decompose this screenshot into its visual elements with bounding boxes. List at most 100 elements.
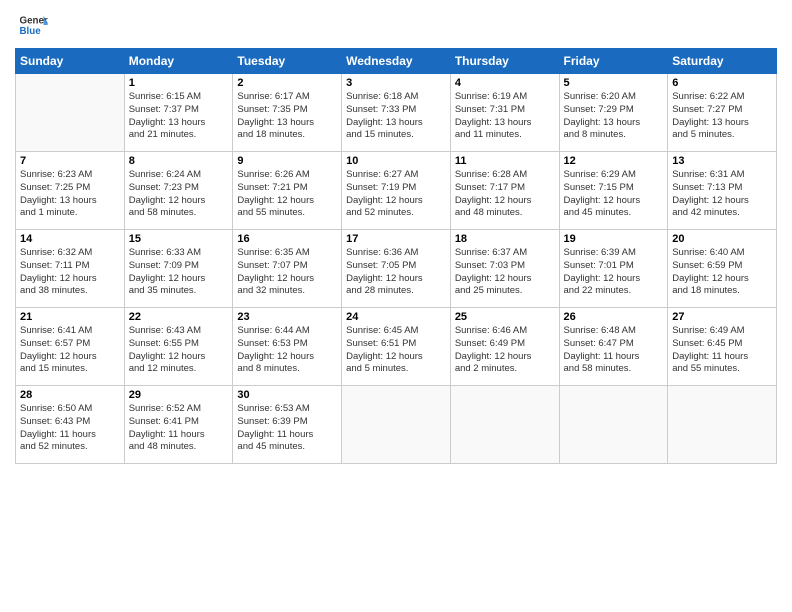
header-sunday: Sunday [16, 49, 125, 74]
day-number: 14 [20, 233, 120, 245]
day-info: Sunrise: 6:36 AMSunset: 7:05 PMDaylight:… [346, 247, 446, 298]
day-info: Sunrise: 6:33 AMSunset: 7:09 PMDaylight:… [129, 247, 229, 298]
calendar-cell: 5 Sunrise: 6:20 AMSunset: 7:29 PMDaylight… [559, 74, 668, 152]
day-info: Sunrise: 6:24 AMSunset: 7:23 PMDaylight:… [129, 169, 229, 220]
calendar-header: SundayMondayTuesdayWednesdayThursdayFrid… [16, 49, 777, 74]
calendar-cell: 24 Sunrise: 6:45 AMSunset: 6:51 PMDayligh… [342, 308, 451, 386]
calendar-week-4: 21 Sunrise: 6:41 AMSunset: 6:57 PMDayligh… [16, 308, 777, 386]
calendar-week-1: 1 Sunrise: 6:15 AMSunset: 7:37 PMDaylight… [16, 74, 777, 152]
day-info: Sunrise: 6:32 AMSunset: 7:11 PMDaylight:… [20, 247, 120, 298]
calendar-cell: 1 Sunrise: 6:15 AMSunset: 7:37 PMDaylight… [124, 74, 233, 152]
calendar-week-2: 7 Sunrise: 6:23 AMSunset: 7:25 PMDaylight… [16, 152, 777, 230]
calendar-cell: 16Sunrise: 6:35 AMSunset: 7:07 PMDayligh… [233, 230, 342, 308]
calendar-cell: 19 Sunrise: 6:39 AMSunset: 7:01 PMDayligh… [559, 230, 668, 308]
calendar-cell: 26 Sunrise: 6:48 AMSunset: 6:47 PMDayligh… [559, 308, 668, 386]
day-info: Sunrise: 6:40 AMSunset: 6:59 PMDaylight:… [672, 247, 772, 298]
day-info: Sunrise: 6:45 AMSunset: 6:51 PMDaylight:… [346, 325, 446, 376]
calendar-cell: 2 Sunrise: 6:17 AMSunset: 7:35 PMDaylight… [233, 74, 342, 152]
calendar-week-5: 28 Sunrise: 6:50 AMSunset: 6:43 PMDayligh… [16, 386, 777, 464]
day-info: Sunrise: 6:31 AMSunset: 7:13 PMDaylight:… [672, 169, 772, 220]
day-number: 4 [455, 77, 555, 89]
day-info: Sunrise: 6:19 AMSunset: 7:31 PMDaylight:… [455, 91, 555, 142]
calendar-cell: 10Sunrise: 6:27 AMSunset: 7:19 PMDayligh… [342, 152, 451, 230]
calendar-cell: 4 Sunrise: 6:19 AMSunset: 7:31 PMDaylight… [450, 74, 559, 152]
header: General Blue [15, 10, 777, 40]
calendar-cell: 21 Sunrise: 6:41 AMSunset: 6:57 PMDayligh… [16, 308, 125, 386]
logo: General Blue [15, 10, 50, 40]
calendar-cell: 3Sunrise: 6:18 AMSunset: 7:33 PMDaylight… [342, 74, 451, 152]
calendar-cell [450, 386, 559, 464]
day-info: Sunrise: 6:26 AMSunset: 7:21 PMDaylight:… [237, 169, 337, 220]
day-number: 23 [237, 311, 337, 323]
day-info: Sunrise: 6:15 AMSunset: 7:37 PMDaylight:… [129, 91, 229, 142]
day-info: Sunrise: 6:43 AMSunset: 6:55 PMDaylight:… [129, 325, 229, 376]
day-number: 1 [129, 77, 229, 89]
calendar-cell: 20 Sunrise: 6:40 AMSunset: 6:59 PMDayligh… [668, 230, 777, 308]
calendar-cell: 30Sunrise: 6:53 AMSunset: 6:39 PMDayligh… [233, 386, 342, 464]
svg-text:Blue: Blue [20, 26, 42, 37]
day-number: 8 [129, 155, 229, 167]
calendar-cell: 27Sunrise: 6:49 AMSunset: 6:45 PMDayligh… [668, 308, 777, 386]
day-info: Sunrise: 6:48 AMSunset: 6:47 PMDaylight:… [564, 325, 664, 376]
calendar-cell: 22Sunrise: 6:43 AMSunset: 6:55 PMDayligh… [124, 308, 233, 386]
day-info: Sunrise: 6:37 AMSunset: 7:03 PMDaylight:… [455, 247, 555, 298]
day-number: 13 [672, 155, 772, 167]
calendar-cell: 29 Sunrise: 6:52 AMSunset: 6:41 PMDayligh… [124, 386, 233, 464]
day-number: 6 [672, 77, 772, 89]
day-number: 30 [237, 389, 337, 401]
day-number: 24 [346, 311, 446, 323]
calendar-cell [559, 386, 668, 464]
calendar-cell: 13 Sunrise: 6:31 AMSunset: 7:13 PMDayligh… [668, 152, 777, 230]
calendar-cell: 28 Sunrise: 6:50 AMSunset: 6:43 PMDayligh… [16, 386, 125, 464]
day-info: Sunrise: 6:27 AMSunset: 7:19 PMDaylight:… [346, 169, 446, 220]
day-number: 26 [564, 311, 664, 323]
header-row: SundayMondayTuesdayWednesdayThursdayFrid… [16, 49, 777, 74]
calendar: SundayMondayTuesdayWednesdayThursdayFrid… [15, 48, 777, 464]
day-info: Sunrise: 6:23 AMSunset: 7:25 PMDaylight:… [20, 169, 120, 220]
day-info: Sunrise: 6:41 AMSunset: 6:57 PMDaylight:… [20, 325, 120, 376]
calendar-cell [668, 386, 777, 464]
header-thursday: Thursday [450, 49, 559, 74]
day-info: Sunrise: 6:52 AMSunset: 6:41 PMDaylight:… [129, 403, 229, 454]
calendar-cell [342, 386, 451, 464]
day-number: 20 [672, 233, 772, 245]
calendar-cell: 6 Sunrise: 6:22 AMSunset: 7:27 PMDaylight… [668, 74, 777, 152]
calendar-cell: 8 Sunrise: 6:24 AMSunset: 7:23 PMDaylight… [124, 152, 233, 230]
day-number: 12 [564, 155, 664, 167]
calendar-cell: 17 Sunrise: 6:36 AMSunset: 7:05 PMDayligh… [342, 230, 451, 308]
calendar-cell: 25 Sunrise: 6:46 AMSunset: 6:49 PMDayligh… [450, 308, 559, 386]
calendar-cell: 14 Sunrise: 6:32 AMSunset: 7:11 PMDayligh… [16, 230, 125, 308]
day-number: 19 [564, 233, 664, 245]
day-number: 21 [20, 311, 120, 323]
day-number: 25 [455, 311, 555, 323]
day-info: Sunrise: 6:50 AMSunset: 6:43 PMDaylight:… [20, 403, 120, 454]
calendar-week-3: 14 Sunrise: 6:32 AMSunset: 7:11 PMDayligh… [16, 230, 777, 308]
day-number: 7 [20, 155, 120, 167]
day-number: 2 [237, 77, 337, 89]
day-info: Sunrise: 6:17 AMSunset: 7:35 PMDaylight:… [237, 91, 337, 142]
day-number: 29 [129, 389, 229, 401]
day-number: 9 [237, 155, 337, 167]
calendar-cell: 18Sunrise: 6:37 AMSunset: 7:03 PMDayligh… [450, 230, 559, 308]
header-saturday: Saturday [668, 49, 777, 74]
day-info: Sunrise: 6:20 AMSunset: 7:29 PMDaylight:… [564, 91, 664, 142]
calendar-cell: 15 Sunrise: 6:33 AMSunset: 7:09 PMDayligh… [124, 230, 233, 308]
day-info: Sunrise: 6:28 AMSunset: 7:17 PMDaylight:… [455, 169, 555, 220]
day-info: Sunrise: 6:39 AMSunset: 7:01 PMDaylight:… [564, 247, 664, 298]
day-number: 17 [346, 233, 446, 245]
day-number: 11 [455, 155, 555, 167]
calendar-body: 1 Sunrise: 6:15 AMSunset: 7:37 PMDaylight… [16, 74, 777, 464]
calendar-cell: 23Sunrise: 6:44 AMSunset: 6:53 PMDayligh… [233, 308, 342, 386]
page: General Blue SundayMondayTuesdayWednesda… [0, 0, 792, 612]
calendar-cell: 11 Sunrise: 6:28 AMSunset: 7:17 PMDayligh… [450, 152, 559, 230]
calendar-cell: 12Sunrise: 6:29 AMSunset: 7:15 PMDayligh… [559, 152, 668, 230]
day-info: Sunrise: 6:22 AMSunset: 7:27 PMDaylight:… [672, 91, 772, 142]
day-number: 5 [564, 77, 664, 89]
day-number: 15 [129, 233, 229, 245]
day-info: Sunrise: 6:18 AMSunset: 7:33 PMDaylight:… [346, 91, 446, 142]
calendar-cell [16, 74, 125, 152]
day-info: Sunrise: 6:46 AMSunset: 6:49 PMDaylight:… [455, 325, 555, 376]
header-friday: Friday [559, 49, 668, 74]
calendar-cell: 9 Sunrise: 6:26 AMSunset: 7:21 PMDaylight… [233, 152, 342, 230]
day-number: 28 [20, 389, 120, 401]
